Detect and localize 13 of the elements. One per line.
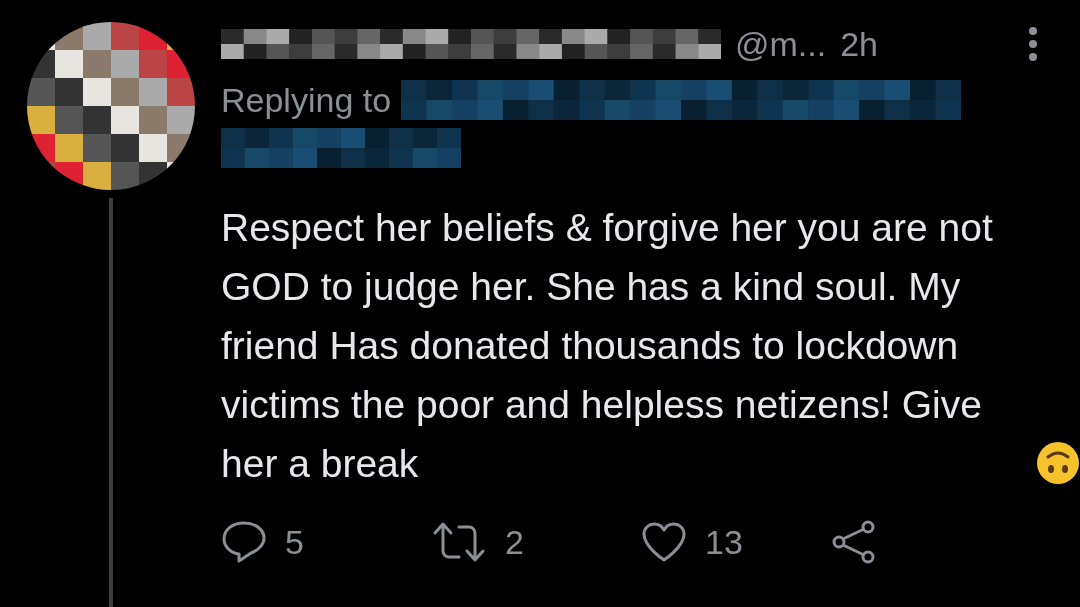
count-label: 5 (285, 522, 304, 562)
timestamp: 2h (840, 24, 878, 64)
upside-down-face-icon (1036, 441, 1080, 485)
heart-icon (641, 521, 687, 563)
comment-icon (221, 520, 267, 564)
replying-to-label: Replying to (221, 80, 392, 120)
tweet-text: Respect her beliefs & forgive her you are not GOD to judge her. She has a kind soul. My friend Has donated thousands to lockdown victims the poor and helpless netizens! Give her a break (221, 205, 994, 487)
count-label: 2 (505, 522, 524, 562)
share-icon (831, 519, 877, 565)
retweet-icon (431, 521, 487, 563)
count-label: 13 (705, 522, 743, 562)
user-handle: @m... (735, 24, 827, 64)
more-options-icon[interactable] (1028, 26, 1038, 62)
